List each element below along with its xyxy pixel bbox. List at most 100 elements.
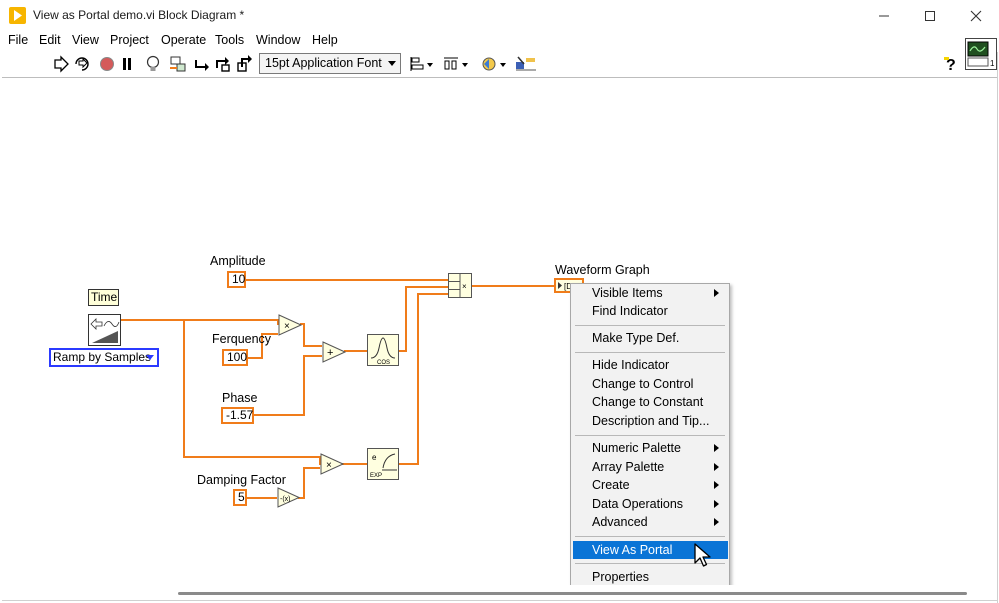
menu-item-label: Find Indicator <box>592 304 668 318</box>
menu-separator <box>575 352 725 353</box>
scrollbar-thumb[interactable] <box>178 592 967 595</box>
labview-app-icon <box>9 7 26 24</box>
frequency-constant[interactable]: 100 <box>222 349 248 366</box>
menu-item-label: Numeric Palette <box>592 441 681 455</box>
menu-project[interactable]: Project <box>110 33 149 47</box>
clean-up-diagram-icon[interactable] <box>514 54 538 74</box>
submenu-arrow-icon <box>714 500 719 508</box>
retain-wire-values-icon[interactable] <box>168 54 188 74</box>
menu-item-hide-indicator[interactable]: Hide Indicator <box>573 356 728 374</box>
distribute-objects-icon[interactable] <box>442 54 469 74</box>
time-label: Time <box>88 289 119 306</box>
menu-item-visible-items[interactable]: Visible Items <box>573 284 728 302</box>
close-icon <box>970 10 982 22</box>
menu-item-array-palette[interactable]: Array Palette <box>573 458 728 476</box>
svg-text:EXP: EXP <box>370 473 382 479</box>
submenu-arrow-icon <box>714 463 719 471</box>
frequency-label: Ferquency <box>212 332 272 346</box>
svg-text:1: 1 <box>990 59 995 68</box>
maximize-icon <box>925 11 935 21</box>
menu-item-advanced[interactable]: Advanced <box>573 513 728 531</box>
step-into-icon[interactable] <box>193 54 213 74</box>
menu-view[interactable]: View <box>72 33 99 47</box>
svg-text:+: + <box>327 347 333 359</box>
menu-item-label: Create <box>592 478 630 492</box>
phase-constant[interactable]: -1.57 <box>221 407 254 424</box>
menu-item-label: Data Operations <box>592 497 684 511</box>
menu-item-label: Change to Control <box>592 377 694 391</box>
highlight-execution-icon[interactable] <box>143 54 163 74</box>
menu-item-label: Properties <box>592 570 649 584</box>
menu-file[interactable]: File <box>8 33 28 47</box>
menu-item-properties[interactable]: Properties <box>573 568 728 586</box>
amplitude-label: Amplitude <box>210 254 266 268</box>
build-array-node[interactable]: × <box>448 273 472 298</box>
pause-icon[interactable] <box>117 54 137 74</box>
menu-item-data-operations[interactable]: Data Operations <box>573 495 728 513</box>
menu-item-change-to-control[interactable]: Change to Control <box>573 375 728 393</box>
damping-factor-label: Damping Factor <box>197 473 286 487</box>
window-title: View as Portal demo.vi Block Diagram * <box>33 8 245 22</box>
svg-text:-(x): -(x) <box>280 496 291 503</box>
svg-text:e: e <box>372 453 377 462</box>
minimize-button[interactable] <box>861 0 907 31</box>
step-out-icon[interactable] <box>235 54 255 74</box>
menu-help[interactable]: Help <box>312 33 338 47</box>
menu-separator <box>575 536 725 537</box>
submenu-arrow-icon <box>714 444 719 452</box>
exponential-function-node[interactable]: e EXP <box>367 448 399 480</box>
multiply-node[interactable]: × <box>320 453 344 475</box>
run-continuously-icon[interactable] <box>72 54 92 74</box>
reorder-icon[interactable] <box>479 54 507 74</box>
context-help-icon[interactable]: ? <box>941 54 961 74</box>
menu-item-description-and-tip[interactable]: Description and Tip... <box>573 412 728 430</box>
negate-node[interactable]: -(x) <box>277 487 300 508</box>
submenu-arrow-icon <box>714 481 719 489</box>
menu-item-label: Make Type Def. <box>592 331 680 345</box>
wires-layer <box>119 279 556 499</box>
menu-item-label: Change to Constant <box>592 395 704 409</box>
svg-text:×: × <box>284 321 290 332</box>
menu-tools[interactable]: Tools <box>215 33 244 47</box>
menu-item-label: Advanced <box>592 515 648 529</box>
ramp-pattern-vi-icon[interactable] <box>88 314 121 346</box>
align-objects-icon[interactable] <box>408 54 434 74</box>
run-arrow-icon[interactable] <box>51 54 71 74</box>
menu-item-find-indicator[interactable]: Find Indicator <box>573 302 728 320</box>
menu-item-label: View As Portal <box>592 543 673 557</box>
submenu-arrow-icon <box>714 518 719 526</box>
maximize-button[interactable] <box>907 0 953 31</box>
step-over-icon[interactable] <box>214 54 234 74</box>
waveform-vi-icon: 1 <box>967 41 995 68</box>
font-dropdown-label: 15pt Application Font <box>265 56 382 70</box>
minimize-icon <box>879 15 889 17</box>
vi-icon[interactable]: 1 <box>965 38 997 70</box>
menu-item-create[interactable]: Create <box>573 476 728 494</box>
toolbar: 15pt Application Font ? <box>0 52 963 76</box>
ramp-type-dropdown[interactable]: Ramp by Samples <box>49 348 159 367</box>
menu-item-label: Array Palette <box>592 460 665 474</box>
close-button[interactable] <box>953 0 999 31</box>
amplitude-constant[interactable]: 10 <box>227 271 246 288</box>
cosine-function-node[interactable]: COS <box>367 334 399 366</box>
menu-window[interactable]: Window <box>256 33 300 47</box>
damping-factor-constant[interactable]: 5 <box>233 489 247 506</box>
block-diagram-canvas[interactable]: Amplitude 10 Time Ramp by Samples Ferque… <box>2 77 997 585</box>
menu-separator <box>575 435 725 436</box>
abort-icon[interactable] <box>97 54 117 74</box>
menu-item-numeric-palette[interactable]: Numeric Palette <box>573 439 728 457</box>
menu-item-label: Visible Items <box>592 286 663 300</box>
title-bar: View as Portal demo.vi Block Diagram * <box>0 0 999 31</box>
menu-separator <box>575 325 725 326</box>
horizontal-scrollbar[interactable] <box>2 585 997 601</box>
scrollbar-track <box>2 600 997 601</box>
add-node[interactable]: + <box>322 341 346 363</box>
chevron-down-icon <box>388 61 396 66</box>
menu-item-label: Description and Tip... <box>592 414 710 428</box>
menu-item-change-to-constant[interactable]: Change to Constant <box>573 393 728 411</box>
font-dropdown[interactable]: 15pt Application Font <box>259 53 401 74</box>
menu-edit[interactable]: Edit <box>39 33 61 47</box>
menu-item-make-type-def[interactable]: Make Type Def. <box>573 329 728 347</box>
menu-operate[interactable]: Operate <box>161 33 206 47</box>
multiply-node[interactable]: × <box>278 314 302 336</box>
